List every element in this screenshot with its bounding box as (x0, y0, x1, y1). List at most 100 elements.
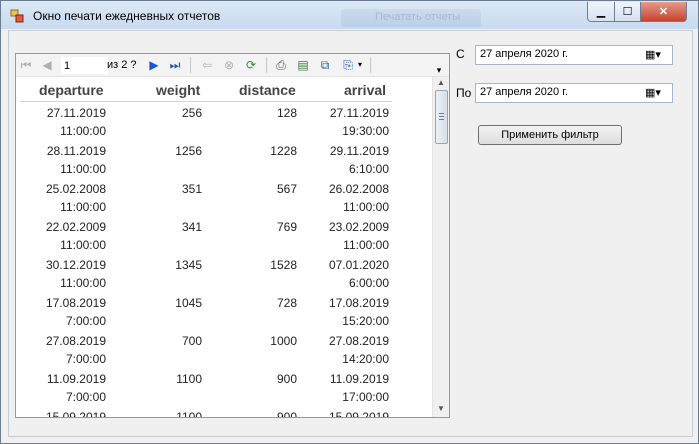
report-page: departure weight distance arrival 27.11.… (16, 77, 432, 417)
from-date-value: 27 апреля 2020 г. (480, 48, 568, 60)
app-icon (10, 9, 24, 23)
main-window: Окно печати ежедневных отчетов Печатать … (0, 0, 699, 444)
cell-arrival-time: 6:10:00 (348, 162, 389, 176)
cell-weight: 1100 (176, 372, 202, 386)
close-button[interactable]: ✕ (640, 2, 687, 22)
from-date-picker[interactable]: 27 апреля 2020 г. ▦▾ (475, 45, 673, 65)
cell-weight: 1345 (175, 258, 202, 272)
last-page-icon[interactable]: ⏭ (168, 58, 182, 72)
cell-departure-date: 17.08.2019 (45, 296, 106, 310)
cell-departure-date: 11.09.2019 (46, 372, 106, 386)
cell-arrival-date: 27.08.2019 (328, 334, 389, 348)
calendar-dropdown-icon[interactable]: ▦▾ (645, 86, 669, 99)
cell-departure-time: 11:00:00 (60, 162, 106, 176)
cell-arrival-date: 11.09.2019 (329, 372, 389, 386)
from-date-label: С (456, 47, 465, 61)
print-layout-icon[interactable]: ▤ (296, 58, 310, 72)
cell-weight: 351 (181, 182, 202, 196)
stop-icon[interactable]: ⊗ (222, 58, 236, 72)
scroll-up-icon[interactable]: ▲ (435, 77, 447, 89)
toolbar-separator (370, 57, 371, 73)
minimize-icon: ▁ (596, 6, 606, 18)
cell-distance: 1528 (270, 258, 297, 272)
title-bar[interactable]: Окно печати ежедневных отчетов Печатать … (1, 1, 698, 29)
cell-arrival-date: 23.02.2009 (328, 220, 389, 234)
cell-departure-time: 11:00:00 (60, 124, 106, 138)
cell-departure-time: 11:00:00 (60, 238, 106, 252)
cell-departure-time: 11:00:00 (60, 276, 106, 290)
close-icon: ✕ (658, 6, 669, 18)
toolbar-separator (190, 57, 191, 73)
scroll-grip (439, 119, 444, 120)
background-task-tab: Печатать отчеты (341, 9, 481, 27)
cell-departure-date: 15.09.2019 (45, 410, 106, 418)
cell-departure-date: 30.12.2019 (45, 258, 106, 272)
refresh-icon[interactable]: ⟳ (244, 58, 258, 72)
cell-departure-date: 27.08.2019 (45, 334, 106, 348)
cell-weight: 256 (181, 106, 202, 120)
cell-distance: 1228 (270, 144, 297, 158)
page-number-input[interactable] (61, 57, 108, 74)
cell-arrival-time: 11:00:00 (343, 238, 389, 252)
minimize-button[interactable]: ▁ (587, 2, 615, 22)
header-divider (20, 101, 392, 102)
next-page-icon[interactable]: ▶ (147, 58, 161, 72)
cell-arrival-date: 26.02.2008 (328, 182, 389, 196)
cell-arrival-time: 11:00:00 (343, 200, 389, 214)
cell-arrival-time: 15:20:00 (342, 314, 389, 328)
window-title: Окно печати ежедневных отчетов (33, 9, 221, 23)
page-setup-icon[interactable]: ⧉ (318, 58, 332, 72)
toolbar-separator (266, 57, 267, 73)
scroll-thumb[interactable] (435, 90, 448, 144)
maximize-icon: ☐ (622, 6, 633, 18)
to-date-label: По (456, 86, 472, 100)
cell-arrival-date: 29.11.2019 (329, 144, 389, 158)
scroll-grip (439, 113, 444, 114)
cell-departure-time: 11:00:00 (60, 200, 106, 214)
apply-filter-button[interactable]: Применить фильтр (478, 125, 622, 145)
cell-departure-time: 7:00:00 (65, 352, 106, 366)
cell-distance: 769 (276, 220, 297, 234)
maximize-button[interactable]: ☐ (614, 2, 641, 22)
scroll-grip (439, 116, 444, 117)
cell-weight: 341 (181, 220, 202, 234)
calendar-dropdown-icon[interactable]: ▦▾ (645, 48, 669, 61)
export-dropdown-icon[interactable]: ▾ (356, 58, 364, 72)
to-date-value: 27 апреля 2020 г. (480, 86, 568, 98)
cell-distance: 728 (276, 296, 297, 310)
cell-distance: 900 (276, 410, 297, 418)
cell-departure-time: 7:00:00 (65, 314, 106, 328)
cell-distance: 567 (276, 182, 297, 196)
cell-departure-date: 25.02.2008 (45, 182, 106, 196)
cell-arrival-date: 15.09.2019 (328, 410, 389, 418)
cell-arrival-time: 17:00:00 (342, 390, 389, 404)
report-scrollbar[interactable]: ▲ ▼ (432, 77, 449, 417)
cell-departure-date: 27.11.2019 (46, 106, 106, 120)
cell-distance: 900 (276, 372, 297, 386)
page-count-label: из 2 ? (107, 59, 137, 71)
toolbar-overflow-icon[interactable]: ▾ (432, 63, 446, 77)
cell-arrival-time: 19:30:00 (342, 124, 389, 138)
export-icon[interactable]: ⎘ (341, 58, 355, 72)
scroll-down-icon[interactable]: ▼ (435, 403, 447, 415)
cell-arrival-time: 6:00:00 (348, 276, 389, 290)
first-page-icon[interactable]: ⏮ (19, 58, 33, 72)
cell-arrival-time: 14:20:00 (342, 352, 389, 366)
cell-departure-date: 28.11.2019 (46, 144, 106, 158)
to-date-picker[interactable]: 27 апреля 2020 г. ▦▾ (475, 83, 673, 103)
report-toolbar: ⏮ ◀ из 2 ? ▶ ⏭ ⇦ ⊗ ⟳ ⎙ ▤ ⧉ ⎘ ▾ ▾ (16, 54, 449, 77)
cell-departure-time: 7:00:00 (65, 390, 106, 404)
back-icon[interactable]: ⇦ (200, 58, 214, 72)
cell-arrival-date: 27.11.2019 (329, 106, 389, 120)
print-icon[interactable]: ⎙ (274, 58, 288, 72)
background-task-label: Печатать отчеты (375, 11, 461, 23)
cell-departure-date: 22.02.2009 (45, 220, 106, 234)
column-header-weight: weight (156, 82, 201, 98)
previous-page-icon[interactable]: ◀ (40, 58, 54, 72)
cell-arrival-date: 07.01.2020 (328, 258, 389, 272)
report-viewer: ⏮ ◀ из 2 ? ▶ ⏭ ⇦ ⊗ ⟳ ⎙ ▤ ⧉ ⎘ ▾ ▾ depa (15, 53, 450, 418)
cell-arrival-date: 17.08.2019 (328, 296, 389, 310)
cell-weight: 700 (181, 334, 202, 348)
column-header-departure: departure (39, 82, 104, 98)
cell-distance: 1000 (270, 334, 297, 348)
